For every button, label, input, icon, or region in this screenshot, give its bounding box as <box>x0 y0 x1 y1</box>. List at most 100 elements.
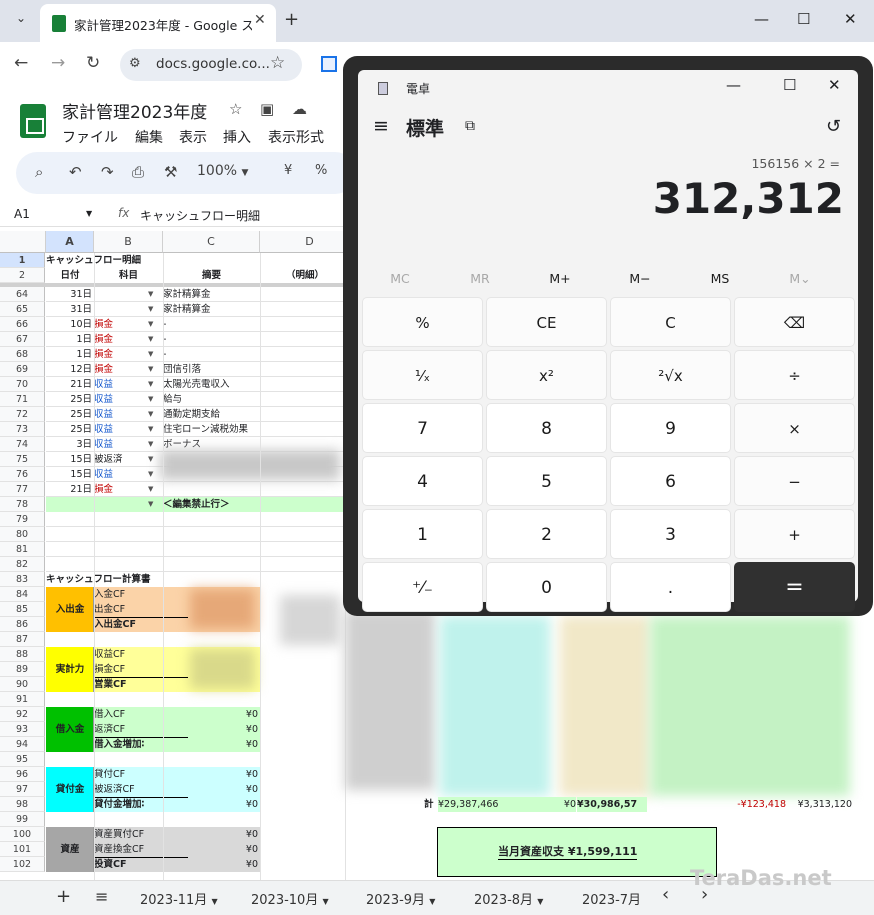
square-key[interactable]: x² <box>486 350 607 400</box>
print-icon[interactable]: ⎙ <box>132 163 144 181</box>
total-value[interactable]: ¥3,313,120 <box>790 797 852 812</box>
cf-label[interactable]: 投資CF <box>94 857 188 872</box>
move-folder-icon[interactable]: ▣ <box>260 100 274 118</box>
digit-5-key[interactable]: 5 <box>486 456 607 506</box>
row-header[interactable]: 73 <box>0 422 45 437</box>
row-header[interactable]: 87 <box>0 632 45 647</box>
row-header[interactable]: 94 <box>0 737 45 752</box>
clear-key[interactable]: C <box>610 297 731 347</box>
digit-9-key[interactable]: 9 <box>610 403 731 453</box>
date-cell[interactable]: 31日 <box>46 302 92 317</box>
digit-3-key[interactable]: 3 <box>610 509 731 559</box>
cf-label[interactable]: 入金CF <box>94 587 188 602</box>
digit-1-key[interactable]: 1 <box>362 509 483 559</box>
multiply-key[interactable]: × <box>734 403 855 453</box>
row-header[interactable]: 74 <box>0 437 45 452</box>
row-header[interactable]: 1 <box>0 253 45 268</box>
equals-key[interactable]: = <box>734 562 855 612</box>
reload-icon[interactable]: ↻ <box>86 53 100 73</box>
row-header[interactable]: 65 <box>0 302 45 317</box>
row-header[interactable]: 95 <box>0 752 45 767</box>
sheet-tab[interactable]: 2023-10月 ▼ <box>251 889 329 908</box>
cf-value[interactable]: ¥0 <box>200 857 258 872</box>
back-icon[interactable]: ← <box>14 53 28 73</box>
menu-edit[interactable]: 編集 <box>135 127 163 147</box>
calc-maximize-button[interactable]: ☐ <box>783 76 796 94</box>
subject-cell[interactable]: 損金 <box>94 332 144 347</box>
cf-label[interactable]: 入出金CF <box>94 617 188 632</box>
row-header[interactable]: 77 <box>0 482 45 497</box>
row-header[interactable]: 76 <box>0 467 45 482</box>
forward-icon[interactable]: → <box>51 53 65 73</box>
column-header-a[interactable]: A <box>46 231 94 253</box>
dropdown-arrow-icon[interactable]: ▼ <box>148 335 153 343</box>
date-cell[interactable]: 31日 <box>46 287 92 302</box>
total-value[interactable]: -¥123,418 <box>660 797 786 812</box>
summary-cell[interactable]: 通勤定期支給 <box>163 407 343 422</box>
undo-icon[interactable]: ↶ <box>69 163 82 181</box>
row-header[interactable]: 69 <box>0 362 45 377</box>
site-info-icon[interactable]: ⚙ <box>129 56 141 71</box>
tab-list-button[interactable]: ⌄ <box>12 11 30 29</box>
cf-value[interactable]: ¥0 <box>200 797 258 812</box>
row-header[interactable]: 90 <box>0 677 45 692</box>
dropdown-arrow-icon[interactable]: ▼ <box>148 350 153 358</box>
row-header[interactable]: 83 <box>0 572 45 587</box>
row-header[interactable]: 84 <box>0 587 45 602</box>
row-header[interactable]: 80 <box>0 527 45 542</box>
dropdown-arrow-icon[interactable]: ▼ <box>148 440 153 448</box>
row-header[interactable]: 93 <box>0 722 45 737</box>
date-cell[interactable]: 21日 <box>46 377 92 392</box>
dropdown-arrow-icon[interactable]: ▼ <box>148 290 153 298</box>
row-header[interactable]: 89 <box>0 662 45 677</box>
row-header[interactable]: 96 <box>0 767 45 782</box>
window-close-button[interactable]: ✕ <box>844 10 857 28</box>
cf-label[interactable]: 借入CF <box>94 707 188 722</box>
row-header[interactable]: 64 <box>0 287 45 302</box>
summary-cell[interactable]: - <box>163 317 343 332</box>
decimal-key[interactable]: . <box>610 562 731 612</box>
menu-file[interactable]: ファイル <box>62 127 118 147</box>
search-menus-icon[interactable]: ⌕ <box>35 163 43 181</box>
memory-store-button[interactable]: MS <box>680 271 760 286</box>
summary-cell[interactable]: - <box>163 332 343 347</box>
calc-minimize-button[interactable]: — <box>726 76 741 94</box>
select-all-corner[interactable] <box>0 231 46 253</box>
history-icon[interactable]: ↺ <box>826 116 841 137</box>
row-header[interactable]: 97 <box>0 782 45 797</box>
tab-close-icon[interactable]: ✕ <box>254 12 266 28</box>
menu-insert[interactable]: 挿入 <box>223 127 251 147</box>
summary-cell[interactable]: 家計精算金 <box>163 302 343 317</box>
name-box[interactable]: A1 <box>14 207 30 221</box>
cf-value[interactable]: ¥0 <box>200 737 258 752</box>
subject-cell[interactable]: 損金 <box>94 482 144 497</box>
subject-cell[interactable]: 収益 <box>94 437 144 452</box>
dropdown-arrow-icon[interactable]: ▼ <box>148 320 153 328</box>
row-header[interactable]: 2 <box>0 268 45 283</box>
digit-7-key[interactable]: 7 <box>362 403 483 453</box>
dropdown-arrow-icon[interactable]: ▼ <box>148 395 153 403</box>
scroll-tabs-left-icon[interactable]: ‹ <box>662 884 669 905</box>
date-cell[interactable]: 21日 <box>46 482 92 497</box>
row-header[interactable]: 72 <box>0 407 45 422</box>
cf-label[interactable]: 返済CF <box>94 722 188 738</box>
date-cell[interactable]: 12日 <box>46 362 92 377</box>
row-header[interactable]: 68 <box>0 347 45 362</box>
sqrt-key[interactable]: ²√x <box>610 350 731 400</box>
new-tab-button[interactable]: + <box>284 9 299 30</box>
negate-key[interactable]: ⁺⁄₋ <box>362 562 483 612</box>
summary-cell[interactable]: 団信引落 <box>163 362 343 377</box>
navigation-menu-icon[interactable]: ≡ <box>373 115 389 137</box>
menu-format[interactable]: 表示形式 <box>268 127 324 147</box>
sheet-tab[interactable]: 2023-7月 <box>582 889 641 908</box>
cf-label[interactable]: 資産買付CF <box>94 827 188 842</box>
bookmark-star-icon[interactable]: ☆ <box>270 53 285 73</box>
cf-label[interactable]: 営業CF <box>94 677 188 692</box>
row-header[interactable]: 98 <box>0 797 45 812</box>
summary-cell[interactable]: 家計精算金 <box>163 287 343 302</box>
sheets-logo-icon[interactable] <box>20 104 46 138</box>
dropdown-arrow-icon[interactable]: ▼ <box>148 470 153 478</box>
name-box-dropdown-icon[interactable]: ▼ <box>86 209 92 218</box>
plus-key[interactable]: + <box>734 509 855 559</box>
cf-value[interactable]: ¥0 <box>200 767 258 782</box>
